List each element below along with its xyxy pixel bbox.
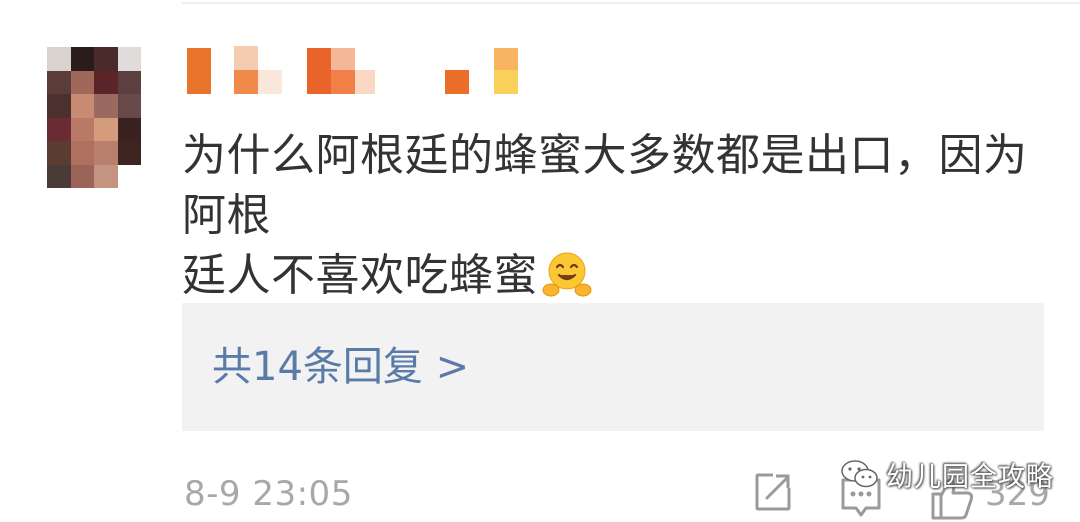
- comment-line-1: 为什么阿根廷的蜂蜜大多数都是出口，因为阿根: [182, 130, 1028, 241]
- view-replies-link[interactable]: 共14条回复 >: [212, 340, 469, 394]
- replies-panel[interactable]: 共14条回复 >: [182, 303, 1044, 431]
- comment-line-2: 廷人不喜欢吃蜂蜜: [182, 246, 1042, 306]
- watermark: 幼儿园全攻略: [840, 452, 1054, 496]
- wechat-icon: [841, 460, 878, 488]
- comment-line-2-text: 廷人不喜欢吃蜂蜜: [182, 250, 538, 301]
- watermark-text: 幼儿园全攻略: [886, 461, 1054, 493]
- hugging-face-icon: [542, 252, 592, 297]
- comment-text: 为什么阿根廷的蜂蜜大多数都是出口，因为阿根 廷人不喜欢吃蜂蜜: [182, 126, 1042, 306]
- comment-timestamp: 8-9 23:05: [184, 474, 353, 514]
- avatar[interactable]: [47, 47, 141, 188]
- share-icon[interactable]: [754, 470, 794, 514]
- top-divider: [182, 2, 1080, 4]
- username[interactable]: [187, 46, 522, 94]
